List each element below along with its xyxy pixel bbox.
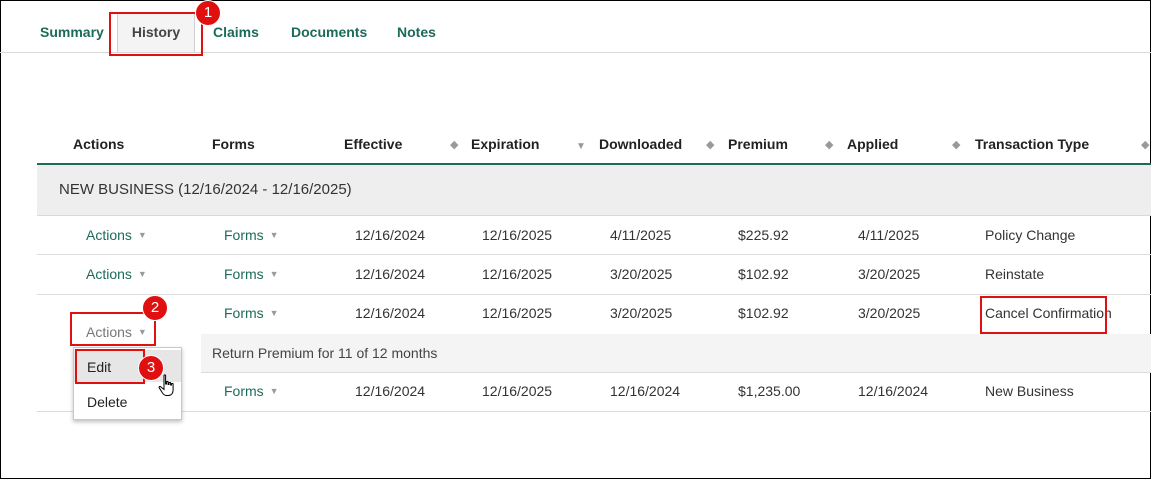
highlight-box-edit xyxy=(75,349,145,384)
group-label: NEW BUSINESS (12/16/2024 - 12/16/2025) xyxy=(59,181,352,198)
header-applied[interactable]: Applied xyxy=(847,136,898,152)
transaction-type-cell: Reinstate xyxy=(985,266,1045,282)
header-actions: Actions xyxy=(73,136,125,152)
header-expiration[interactable]: Expiration xyxy=(471,136,539,152)
expiration-cell: 12/16/2025 xyxy=(482,305,553,321)
actions-menu-button[interactable]: Actions ▼ xyxy=(86,227,147,243)
header-downloaded[interactable]: Downloaded xyxy=(599,136,682,152)
premium-cell: $225.92 xyxy=(738,227,789,243)
chevron-down-icon: ▼ xyxy=(269,386,279,396)
downloaded-cell: 3/20/2025 xyxy=(610,305,673,321)
sort-icon[interactable]: ◆ xyxy=(1141,138,1149,151)
tab-summary[interactable]: Summary xyxy=(40,24,104,40)
forms-label: Forms xyxy=(224,383,264,399)
row-note-text: Return Premium for 11 of 12 months xyxy=(212,345,438,361)
table-row: Actions ▼ Forms ▼ 12/16/2024 12/16/2025 4/… xyxy=(37,215,1151,255)
premium-cell: $102.92 xyxy=(738,266,789,282)
chevron-down-icon: ▼ xyxy=(137,230,147,240)
sort-icon[interactable]: ◆ xyxy=(825,138,833,151)
hand-cursor-icon xyxy=(158,374,174,396)
premium-cell: $1,235.00 xyxy=(738,383,801,399)
highlight-box-cancel-confirmation xyxy=(980,296,1107,334)
effective-cell: 12/16/2024 xyxy=(355,266,426,282)
chevron-down-icon: ▼ xyxy=(269,230,279,240)
chevron-down-icon: ▼ xyxy=(137,269,147,279)
transaction-type-cell: New Business xyxy=(985,383,1074,399)
sort-icon[interactable]: ◆ xyxy=(952,138,960,151)
expiration-cell: 12/16/2025 xyxy=(482,227,553,243)
step-badge-2: 2 xyxy=(142,295,168,321)
table-row: Forms ▼ 12/16/2024 12/16/2025 12/16/2024 … xyxy=(37,373,1151,412)
transaction-type-cell: Policy Change xyxy=(985,227,1076,243)
forms-menu-button[interactable]: Forms ▼ xyxy=(224,266,279,282)
highlight-box-actions xyxy=(70,312,156,346)
header-forms: Forms xyxy=(212,136,255,152)
chevron-down-icon: ▼ xyxy=(269,269,279,279)
expiration-cell: 12/16/2025 xyxy=(482,266,553,282)
tab-notes[interactable]: Notes xyxy=(397,24,436,40)
step-badge-1: 1 xyxy=(195,0,221,26)
header-premium[interactable]: Premium xyxy=(728,136,788,152)
forms-label: Forms xyxy=(224,227,264,243)
applied-cell: 3/20/2025 xyxy=(858,266,921,282)
sort-icon[interactable]: ◆ xyxy=(450,138,458,151)
tab-claims[interactable]: Claims xyxy=(213,24,259,40)
downloaded-cell: 12/16/2024 xyxy=(610,383,681,399)
row-note: Return Premium for 11 of 12 months xyxy=(201,334,1151,373)
tab-documents[interactable]: Documents xyxy=(291,24,367,40)
table-row: Actions ▼ Forms ▼ 12/16/2024 12/16/2025 3/… xyxy=(37,255,1151,295)
forms-label: Forms xyxy=(224,266,264,282)
highlight-box-history xyxy=(109,12,203,56)
header-transaction-type[interactable]: Transaction Type xyxy=(975,136,1089,152)
forms-menu-button[interactable]: Forms ▼ xyxy=(224,305,279,321)
effective-cell: 12/16/2024 xyxy=(355,227,426,243)
downloaded-cell: 3/20/2025 xyxy=(610,266,673,282)
group-row: NEW BUSINESS (12/16/2024 - 12/16/2025) xyxy=(37,165,1151,216)
menu-item-delete-label: Delete xyxy=(87,394,128,410)
actions-label: Actions xyxy=(86,266,132,282)
applied-cell: 3/20/2025 xyxy=(858,305,921,321)
sort-icon[interactable]: ◆ xyxy=(706,138,714,151)
expiration-cell: 12/16/2025 xyxy=(482,383,553,399)
actions-menu-button[interactable]: Actions ▼ xyxy=(86,266,147,282)
premium-cell: $102.92 xyxy=(738,305,789,321)
header-effective[interactable]: Effective xyxy=(344,136,402,152)
applied-cell: 12/16/2024 xyxy=(858,383,929,399)
forms-menu-button[interactable]: Forms ▼ xyxy=(224,227,279,243)
sort-descending-icon[interactable]: ▼ xyxy=(576,141,586,152)
applied-cell: 4/11/2025 xyxy=(858,227,920,243)
forms-menu-button[interactable]: Forms ▼ xyxy=(224,383,279,399)
forms-label: Forms xyxy=(224,305,264,321)
effective-cell: 12/16/2024 xyxy=(355,383,426,399)
actions-label: Actions xyxy=(86,227,132,243)
effective-cell: 12/16/2024 xyxy=(355,305,426,321)
chevron-down-icon: ▼ xyxy=(269,308,279,318)
downloaded-cell: 4/11/2025 xyxy=(610,227,672,243)
